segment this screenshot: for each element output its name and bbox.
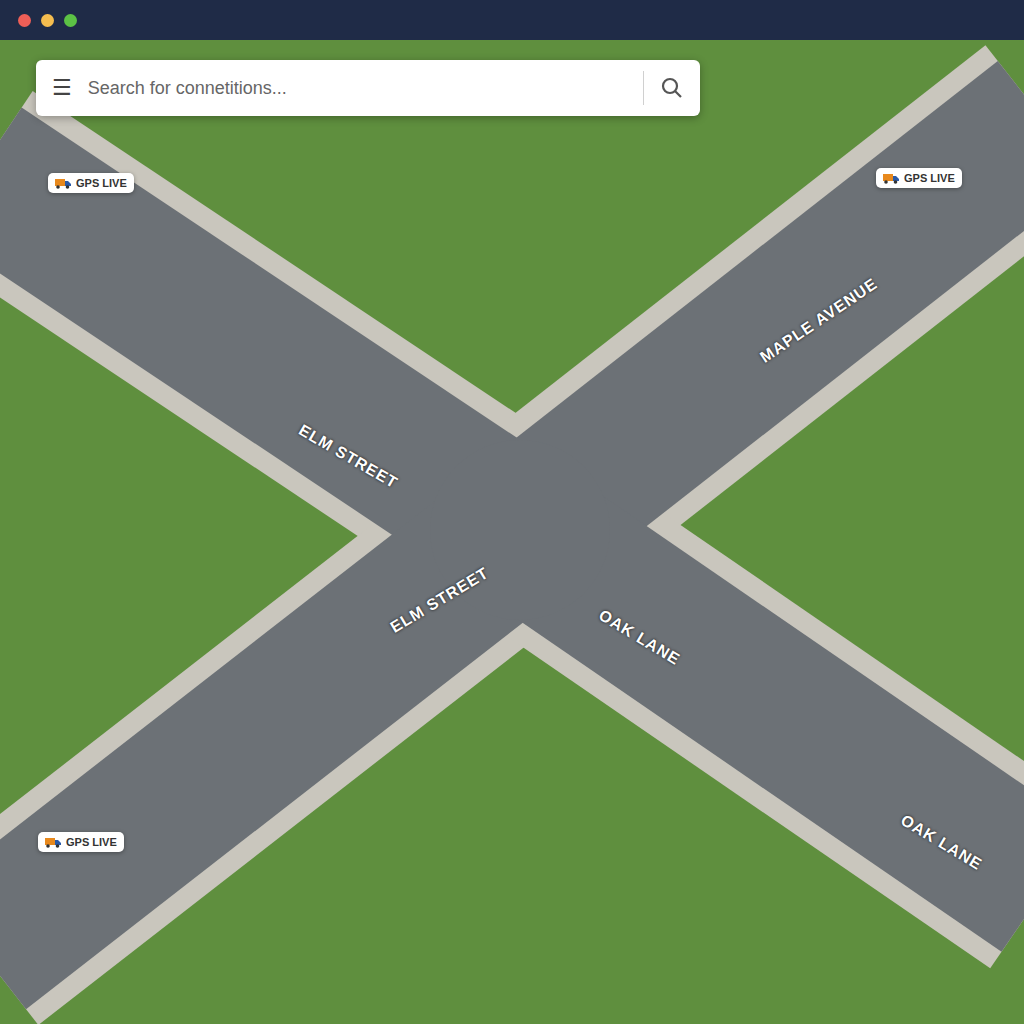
- minimize-button[interactable]: [41, 14, 54, 27]
- truck-icon: [45, 837, 61, 848]
- close-button[interactable]: [18, 14, 31, 27]
- search-divider: [643, 71, 644, 105]
- gps-badge[interactable]: GPS LIVE: [38, 832, 124, 852]
- title-bar: [0, 0, 1024, 40]
- truck-icon: [883, 173, 899, 184]
- app-window: ☰Search for connetitions...ELM STREETELM…: [0, 0, 1024, 1024]
- gps-badge[interactable]: GPS LIVE: [48, 173, 134, 193]
- gps-badge[interactable]: GPS LIVE: [876, 168, 962, 188]
- search-bar[interactable]: ☰ Search for connetitions...: [36, 60, 700, 116]
- search-input[interactable]: Search for connetitions...: [88, 78, 627, 99]
- search-icon[interactable]: [660, 76, 684, 100]
- aerial-ground: [0, 40, 1024, 1024]
- maximize-button[interactable]: [64, 14, 77, 27]
- truck-icon: [55, 178, 71, 189]
- menu-icon[interactable]: ☰: [52, 77, 72, 99]
- map[interactable]: ☰Search for connetitions...ELM STREETELM…: [0, 40, 1024, 1024]
